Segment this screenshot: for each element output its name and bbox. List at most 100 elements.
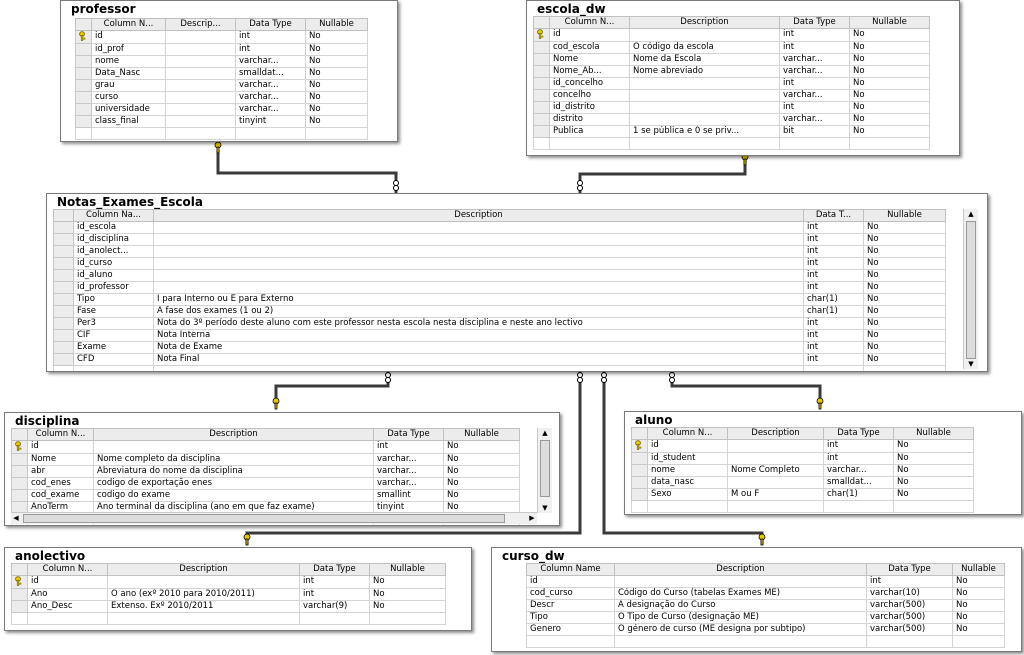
row-selector[interactable] <box>11 587 28 601</box>
column-row[interactable]: id int No <box>526 575 1005 588</box>
column-row[interactable]: CIF Nota Interna int No <box>53 329 946 342</box>
table-notas-exames-escola[interactable]: Notas_Exames_Escola Column Na... Descript… <box>46 193 988 372</box>
row-selector[interactable] <box>53 269 74 282</box>
column-row[interactable]: id_prof int No <box>75 42 368 56</box>
column-header-nullable[interactable]: Nullable <box>952 563 1005 576</box>
table-professor[interactable]: professor Column N... Descrip... Data Type… <box>60 0 398 142</box>
row-selector[interactable] <box>11 488 28 502</box>
scroll-left-arrow-icon[interactable]: ◀ <box>11 513 21 524</box>
row-selector[interactable] <box>631 439 648 453</box>
row-selector[interactable] <box>53 341 74 354</box>
row-selector[interactable] <box>533 40 550 54</box>
row-selector[interactable] <box>533 52 550 66</box>
new-row[interactable] <box>526 635 1005 648</box>
column-row[interactable]: Nome Nome completo da disciplina varchar..… <box>11 452 520 466</box>
column-header-nullable[interactable]: Nullable <box>443 428 520 441</box>
column-row[interactable]: CFD Nota Final int No <box>53 353 946 366</box>
column-header-type[interactable]: Data Type <box>779 16 850 29</box>
horizontal-scrollbar[interactable]: ◀ ▶ <box>11 512 537 524</box>
scroll-up-arrow-icon[interactable]: ▲ <box>964 209 978 219</box>
scroll-up-arrow-icon[interactable]: ▲ <box>538 428 552 438</box>
column-header-desc[interactable]: Description <box>107 563 300 576</box>
row-selector[interactable] <box>75 42 92 56</box>
column-row[interactable]: Tipo O Tipo de Curso (designação ME) varch… <box>526 611 1005 624</box>
row-selector[interactable] <box>631 451 648 465</box>
column-header-desc[interactable]: Description <box>629 16 780 29</box>
column-header-type[interactable]: Data T... <box>803 209 864 222</box>
column-row[interactable]: id_student int No <box>631 451 974 465</box>
row-selector[interactable] <box>11 599 28 613</box>
column-row[interactable]: id_professor int No <box>53 281 946 294</box>
row-selector[interactable] <box>533 76 550 90</box>
column-header-desc[interactable]: Description <box>93 428 374 441</box>
column-row[interactable]: Exame Nota de Exame int No <box>53 341 946 354</box>
column-row[interactable]: id_curso int No <box>53 257 946 270</box>
row-selector[interactable] <box>11 575 28 589</box>
table-disciplina[interactable]: disciplina Column N... Description Data Ty… <box>4 412 560 526</box>
scroll-down-arrow-icon[interactable]: ▼ <box>538 503 552 513</box>
new-row[interactable] <box>75 126 368 140</box>
column-row[interactable]: Genero O género de curso (ME designa por … <box>526 623 1005 636</box>
vertical-scrollbar[interactable]: ▲ ▼ <box>963 209 978 369</box>
column-row[interactable]: cod_exame codigo do exame smallint No <box>11 488 520 502</box>
column-header-desc[interactable]: Description <box>727 427 824 440</box>
new-row[interactable] <box>631 499 974 513</box>
row-selector[interactable] <box>75 78 92 92</box>
column-row[interactable]: Descr A designação do Curso varchar(500) No <box>526 599 1005 612</box>
table-curso-dw[interactable]: curso_dw Column Name Description Data Type… <box>491 547 1022 652</box>
column-header-desc[interactable]: Description <box>614 563 867 576</box>
column-row[interactable]: id int No <box>11 575 446 589</box>
table-escola-dw[interactable]: escola_dw Column N... Description Data Typ… <box>526 0 960 156</box>
row-selector[interactable] <box>533 64 550 78</box>
column-row[interactable]: Fase A fase dos exames (1 ou 2) char(1) No <box>53 305 946 318</box>
column-row[interactable]: curso varchar... No <box>75 90 368 104</box>
row-selector[interactable] <box>75 114 92 128</box>
column-header-name[interactable]: Column Na... <box>73 209 154 222</box>
new-row[interactable] <box>533 136 930 150</box>
column-row[interactable]: id int No <box>533 28 930 42</box>
column-row[interactable]: id int No <box>75 30 368 44</box>
column-header-name[interactable]: Column Name <box>526 563 615 576</box>
column-row[interactable]: Per3 Nota do 3º período deste aluno com e… <box>53 317 946 330</box>
row-selector[interactable] <box>53 257 74 270</box>
column-header-type[interactable]: Data Type <box>235 18 306 31</box>
row-selector[interactable] <box>75 54 92 68</box>
scroll-right-arrow-icon[interactable]: ▶ <box>527 513 537 524</box>
column-header-desc[interactable]: Description <box>153 209 804 222</box>
row-selector[interactable] <box>11 476 28 490</box>
column-header-nullable[interactable]: Nullable <box>369 563 446 576</box>
row-selector[interactable] <box>53 293 74 306</box>
row-selector[interactable] <box>53 281 74 294</box>
column-row[interactable]: cod_escola O código da escola int No <box>533 40 930 54</box>
column-row[interactable]: Nome Nome da Escola varchar... No <box>533 52 930 66</box>
row-selector[interactable] <box>53 305 74 318</box>
column-row[interactable]: id_concelho int No <box>533 76 930 90</box>
column-header-nullable[interactable]: Nullable <box>849 16 930 29</box>
column-row[interactable]: nome Nome Completo varchar... No <box>631 463 974 477</box>
new-row[interactable] <box>11 611 446 625</box>
column-header-name[interactable]: Column N... <box>549 16 630 29</box>
column-header-nullable[interactable]: Nullable <box>893 427 974 440</box>
row-selector[interactable] <box>533 124 550 138</box>
row-selector[interactable] <box>533 112 550 126</box>
row-selector[interactable] <box>631 463 648 477</box>
column-row[interactable]: concelho varchar... No <box>533 88 930 102</box>
row-selector[interactable] <box>11 464 28 478</box>
column-header-name[interactable]: Column N... <box>91 18 166 31</box>
row-selector[interactable] <box>75 102 92 116</box>
column-header-name[interactable]: Column N... <box>27 428 94 441</box>
column-header-type[interactable]: Data Type <box>373 428 444 441</box>
row-selector[interactable] <box>533 88 550 102</box>
column-row[interactable]: class_final tinyint No <box>75 114 368 128</box>
row-selector[interactable] <box>533 28 550 42</box>
table-aluno[interactable]: aluno Column N... Description Data Type Nul… <box>624 411 1022 515</box>
row-selector[interactable] <box>53 245 74 258</box>
column-row[interactable]: universidade varchar... No <box>75 102 368 116</box>
column-header-name[interactable]: Column N... <box>647 427 728 440</box>
column-row[interactable]: Nome_Ab... Nome abreviado varchar... No <box>533 64 930 78</box>
table-anolectivo[interactable]: anolectivo Column N... Description Data Ty… <box>4 547 472 631</box>
column-row[interactable]: grau varchar... No <box>75 78 368 92</box>
column-row[interactable]: data_nasc smalldat... No <box>631 475 974 489</box>
row-selector[interactable] <box>75 66 92 80</box>
row-selector[interactable] <box>631 487 648 501</box>
